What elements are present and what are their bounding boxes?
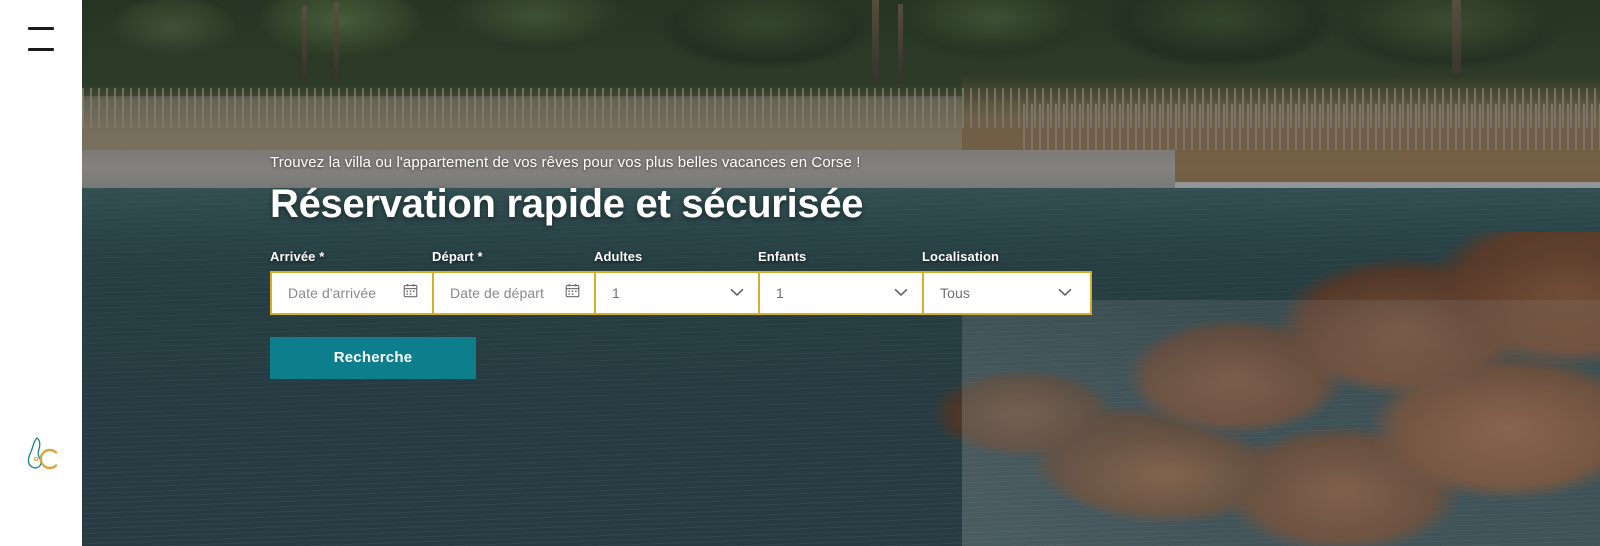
field-arrivee[interactable]: Date d'arrivée [272, 272, 434, 313]
label-enfants: Enfants [758, 248, 807, 264]
corsica-logo-icon [27, 437, 58, 470]
label-localisation: Localisation [922, 248, 1000, 264]
label-arrivee-text: Arrivée [270, 248, 316, 264]
input-arrivee-placeholder: Date d'arrivée [288, 284, 377, 301]
field-depart[interactable]: Date de départ [434, 272, 596, 313]
search-form-labels: Arrivée * Départ * Adultes Enfants Local… [270, 249, 1470, 271]
field-localisation[interactable]: Tous [924, 272, 1086, 313]
chevron-down-icon[interactable] [894, 284, 908, 302]
site-logo[interactable] [20, 432, 64, 476]
left-sidebar [0, 0, 82, 546]
hamburger-bar-bottom [28, 48, 54, 51]
hero-kicker: Trouvez la villa ou l'appartement de vos… [270, 154, 861, 171]
input-depart-placeholder: Date de départ [450, 284, 545, 301]
select-enfants-value: 1 [776, 284, 784, 301]
hamburger-bar-middle [28, 37, 54, 41]
search-submit-button[interactable]: Recherche [270, 336, 476, 379]
label-arrivee: Arrivée * [270, 249, 432, 271]
calendar-icon[interactable] [403, 283, 418, 303]
field-adultes[interactable]: 1 [596, 272, 760, 313]
label-adultes: Adultes [594, 248, 643, 264]
hamburger-menu-icon[interactable] [28, 27, 54, 51]
search-form: Arrivée * Départ * Adultes Enfants Local… [270, 249, 1470, 379]
label-depart: Départ * [432, 249, 594, 271]
hamburger-bar-top [28, 27, 54, 30]
search-fields-row: Date d'arrivée Date de départ 1 1 Tous [270, 270, 1092, 315]
hero-content: Trouvez la villa ou l'appartement de vos… [270, 154, 1470, 379]
label-depart-required: * [477, 248, 483, 264]
page-title: Réservation rapide et sécurisée [270, 182, 864, 226]
hero-banner: Trouvez la villa ou l'appartement de vos… [82, 0, 1600, 546]
page-root: Trouvez la villa ou l'appartement de vos… [0, 0, 1600, 546]
label-arrivee-required: * [319, 248, 325, 264]
label-depart-text: Départ [432, 248, 474, 264]
chevron-down-icon[interactable] [1058, 284, 1072, 302]
chevron-down-icon[interactable] [730, 284, 744, 302]
field-enfants[interactable]: 1 [760, 272, 924, 313]
select-localisation-value: Tous [940, 284, 970, 301]
calendar-icon[interactable] [565, 283, 580, 303]
select-adultes-value: 1 [612, 284, 620, 301]
